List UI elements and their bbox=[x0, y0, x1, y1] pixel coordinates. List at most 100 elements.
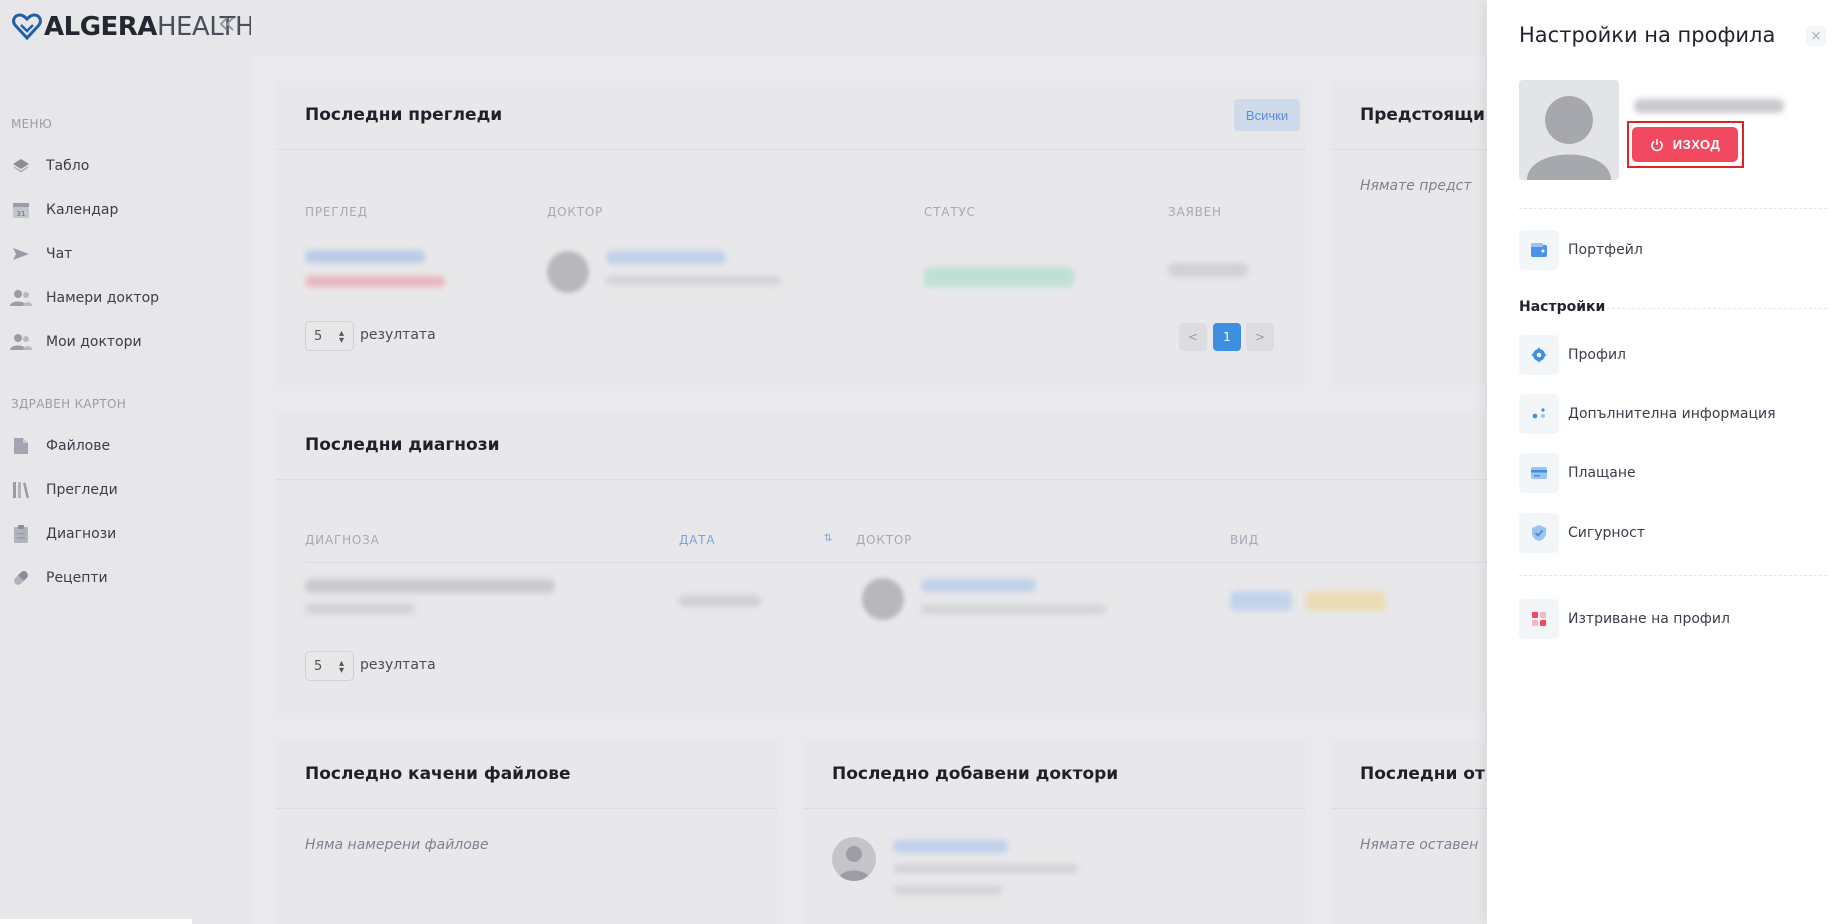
settings-item-security[interactable]: Сигурност bbox=[1519, 513, 1645, 553]
delete-profile-link[interactable]: Изтриване на профил bbox=[1519, 599, 1730, 639]
column-header-exam[interactable]: ПРЕГЛЕД bbox=[305, 205, 368, 219]
blurred-doctor-name bbox=[921, 579, 1036, 592]
sidebar-item-label: Чат bbox=[46, 246, 73, 262]
menu-section-label: МЕНЮ bbox=[11, 117, 53, 131]
results-label: резултата bbox=[360, 657, 436, 673]
pagination-prev[interactable]: < bbox=[1179, 323, 1207, 351]
health-record-section-label: ЗДРАВЕН КАРТОН bbox=[11, 397, 127, 411]
shield-check-icon bbox=[1519, 513, 1559, 553]
column-header-doctor[interactable]: ДОКТОР bbox=[856, 533, 912, 547]
double-chevron-left-icon[interactable] bbox=[217, 14, 237, 34]
avatar[interactable] bbox=[1519, 80, 1619, 180]
settings-item-profile[interactable]: Профил bbox=[1519, 335, 1626, 375]
type-badge bbox=[1230, 591, 1292, 611]
empty-state-text: Нямате оставен bbox=[1360, 837, 1479, 853]
calendar-icon: 31 bbox=[10, 199, 32, 221]
recent-exams-card: Последни прегледи Всички ПРЕГЛЕД ДОКТОР … bbox=[276, 81, 1306, 385]
sort-caret-icon: ▴ ▾ bbox=[338, 328, 344, 346]
settings-heading: Настройки bbox=[1519, 299, 1606, 315]
sidebar-item-exams[interactable]: Прегледи bbox=[10, 476, 118, 504]
blurred-exam-name bbox=[305, 250, 425, 263]
brand-name-bold: ALGERA bbox=[44, 12, 157, 42]
send-icon bbox=[10, 243, 32, 265]
column-header-doctor[interactable]: ДОКТОР bbox=[547, 205, 603, 219]
card-title: Предстоящи bbox=[1360, 105, 1485, 125]
settings-item-payment[interactable]: Плащане bbox=[1519, 453, 1636, 493]
blurred-doctor-specialty bbox=[606, 276, 781, 285]
sidebar-item-diagnoses[interactable]: Диагнози bbox=[10, 520, 116, 548]
heart-logo-icon bbox=[12, 13, 42, 41]
wallet-label: Портфейл bbox=[1568, 242, 1643, 258]
settings-item-additional-info[interactable]: Допълнителна информация bbox=[1519, 394, 1776, 434]
sort-icon[interactable]: ⇅ bbox=[824, 533, 833, 544]
card-title: Последни диагнози bbox=[305, 435, 500, 455]
card-title: Последно качени файлове bbox=[305, 764, 571, 784]
sidebar-item-label: Календар bbox=[46, 202, 119, 218]
empty-state-text: Нямате предст bbox=[1360, 178, 1472, 194]
divider bbox=[1519, 208, 1827, 209]
file-icon bbox=[10, 435, 32, 457]
blurred-exam-type bbox=[305, 276, 445, 287]
status-badge bbox=[924, 267, 1074, 287]
dots-icon bbox=[1519, 394, 1559, 434]
brand-name-light: HEALTH bbox=[156, 12, 255, 42]
sidebar-item-prescriptions[interactable]: Рецепти bbox=[10, 564, 108, 592]
sidebar-item-chat[interactable]: Чат bbox=[10, 240, 72, 268]
sidebar-item-calendar[interactable]: 31 Календар bbox=[10, 196, 118, 224]
sidebar-item-label: Намери доктор bbox=[46, 290, 160, 306]
card-title: Последни прегледи bbox=[305, 105, 503, 125]
settings-item-label: Допълнителна информация bbox=[1568, 406, 1776, 422]
recent-files-card: Последно качени файлове Няма намерени фа… bbox=[276, 740, 778, 924]
sidebar-item-find-doctor[interactable]: Намери доктор bbox=[10, 284, 159, 312]
delete-profile-label: Изтриване на профил bbox=[1568, 611, 1730, 627]
blurred-doctor-name bbox=[606, 251, 726, 264]
layers-icon bbox=[10, 155, 32, 177]
pill-icon bbox=[10, 567, 32, 589]
page-size-select[interactable]: 5 ▴ ▾ bbox=[305, 321, 354, 351]
close-icon[interactable]: × bbox=[1806, 26, 1826, 46]
power-icon bbox=[1650, 138, 1663, 151]
sidebar-item-label: Прегледи bbox=[46, 482, 118, 498]
recent-diagnoses-card: Последни диагнози ДИАГНОЗА ДАТА ⇅ ДОКТОР… bbox=[276, 411, 1511, 714]
library-icon bbox=[10, 479, 32, 501]
column-header-date[interactable]: ДАТА bbox=[679, 533, 715, 547]
column-header-status[interactable]: СТАТУС bbox=[924, 205, 976, 219]
sidebar-item-label: Файлове bbox=[46, 438, 111, 454]
card-title: Последни от bbox=[1360, 764, 1485, 784]
page-size-value: 5 bbox=[314, 328, 323, 344]
sidebar: ALGERAHEALTH МЕНЮ Табло 31 Календар Чат … bbox=[0, 0, 255, 924]
page-size-select[interactable]: 5 ▴ ▾ bbox=[305, 651, 354, 681]
sidebar-item-files[interactable]: Файлове bbox=[10, 432, 110, 460]
card-header: Последни диагнози bbox=[276, 411, 1511, 480]
blurred-diagnosis-code bbox=[305, 604, 415, 614]
bottom-strip bbox=[0, 919, 192, 924]
panel-title: Настройки на профила bbox=[1519, 23, 1776, 47]
column-header-type[interactable]: ВИД bbox=[1230, 533, 1259, 547]
recent-reviews-card: Последни от Нямате оставен bbox=[1331, 740, 1511, 924]
wallet-link[interactable]: Портфейл bbox=[1519, 230, 1643, 270]
doctor-avatar bbox=[547, 251, 589, 293]
pagination-next[interactable]: > bbox=[1246, 323, 1274, 351]
pagination-page-1[interactable]: 1 bbox=[1213, 323, 1241, 351]
logout-button[interactable]: ИЗХОД bbox=[1632, 127, 1738, 162]
sidebar-item-label: Мои доктори bbox=[46, 334, 142, 350]
divider bbox=[1519, 575, 1827, 576]
clipboard-icon bbox=[10, 523, 32, 545]
divider bbox=[1607, 308, 1827, 309]
column-header-diagnosis[interactable]: ДИАГНОЗА bbox=[305, 533, 380, 547]
blurred-doctor-detail bbox=[893, 886, 1003, 895]
apps-grid-icon bbox=[1519, 599, 1559, 639]
column-header-requested[interactable]: ЗАЯВЕН bbox=[1168, 205, 1222, 219]
settings-item-label: Сигурност bbox=[1568, 525, 1645, 541]
logout-label: ИЗХОД bbox=[1672, 137, 1721, 152]
gear-icon bbox=[1519, 335, 1559, 375]
sidebar-item-my-doctors[interactable]: Мои доктори bbox=[10, 328, 142, 356]
profile-name bbox=[1634, 99, 1784, 113]
settings-item-label: Профил bbox=[1568, 347, 1626, 363]
sidebar-item-dashboard[interactable]: Табло bbox=[10, 152, 89, 180]
card-title: Последно добавени доктори bbox=[832, 764, 1119, 784]
profile-settings-panel: Настройки на профила × ИЗХОД Портфейл На… bbox=[1487, 0, 1838, 924]
sort-caret-icon: ▴ ▾ bbox=[338, 658, 344, 676]
view-all-button[interactable]: Всички bbox=[1234, 99, 1300, 131]
users-icon bbox=[10, 331, 32, 353]
